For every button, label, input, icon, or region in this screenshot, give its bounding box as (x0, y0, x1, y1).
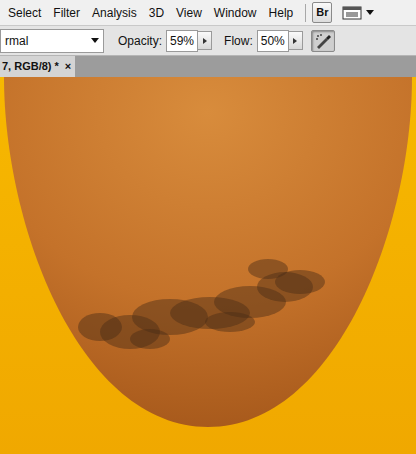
canvas[interactable] (0, 77, 416, 454)
blend-mode-value[interactable]: rmal (5, 32, 28, 50)
menu-bar: SelectFilterAnalysis3DViewWindowHelp Br (0, 0, 416, 26)
menu-item[interactable]: Select (2, 1, 47, 25)
screen-mode-button[interactable] (342, 5, 374, 21)
blend-mode-select[interactable]: rmal (0, 29, 104, 53)
menu-item[interactable]: Window (208, 1, 263, 25)
dropdown-arrow-icon[interactable] (366, 10, 374, 15)
menu-item[interactable]: 3D (143, 1, 170, 25)
flow-control: Flow:50% (224, 30, 303, 52)
dropdown-arrow-icon[interactable] (91, 38, 99, 43)
opacity-field[interactable]: 59% (166, 30, 198, 52)
airbrush-button[interactable] (311, 30, 335, 52)
menu-item[interactable]: Filter (47, 1, 86, 25)
menu-item[interactable]: Analysis (86, 1, 143, 25)
bridge-button[interactable]: Br (312, 2, 332, 23)
opacity-label: Opacity: (118, 32, 162, 50)
screen-mode-icon[interactable] (342, 5, 362, 21)
document-title[interactable]: 7, RGB/8) * (2, 58, 59, 75)
flow-slider-button[interactable] (289, 31, 303, 50)
menu-item[interactable]: Help (263, 1, 300, 25)
flow-field[interactable]: 50% (257, 30, 289, 52)
arrow-icon[interactable] (293, 38, 297, 44)
close-button[interactable]: × (65, 58, 71, 75)
arrow-icon[interactable] (203, 38, 207, 44)
airbrush-icon[interactable] (314, 32, 332, 50)
document-tab-bar: 7, RGB/8) * × (0, 56, 416, 77)
options-bar: rmal Opacity:59% Flow:50% (0, 26, 416, 56)
document-tab[interactable]: 7, RGB/8) * × (0, 56, 75, 77)
opacity-slider-button[interactable] (198, 31, 212, 50)
flow-label: Flow: (224, 32, 253, 50)
opacity-control: Opacity:59% (118, 30, 212, 52)
menu-item[interactable]: View (170, 1, 208, 25)
separator (305, 4, 306, 22)
